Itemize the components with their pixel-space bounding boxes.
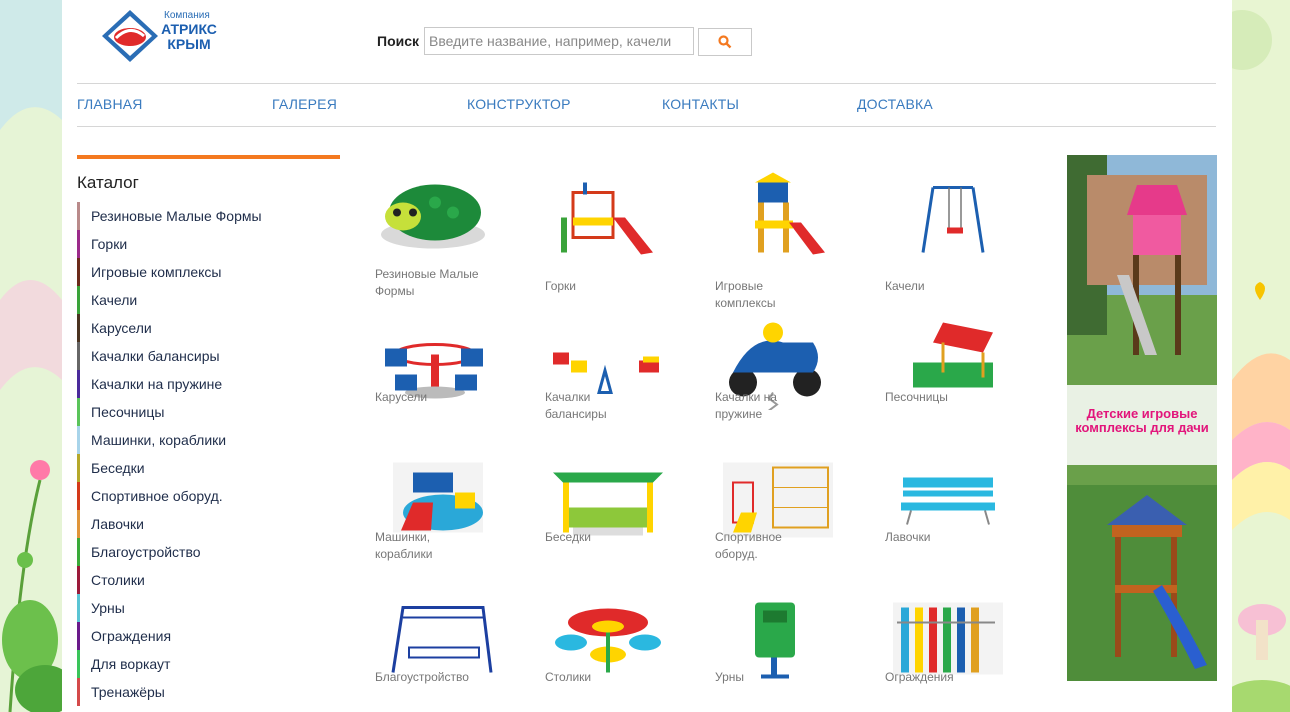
sidebar-category-item[interactable]: Резиновые Малые Формы (77, 202, 340, 230)
category-list: Резиновые Малые Формы Горки Игровые компле… (77, 202, 340, 706)
catalog-item[interactable]: Горки (543, 170, 693, 310)
page-container: Компания АТРИКС КРЫМ Поиск ГЛАВНАЯ ГАЛЕР… (62, 0, 1232, 712)
catalog-item[interactable]: Беседки (543, 450, 693, 590)
catalog-item-label[interactable]: Песочницы (885, 389, 1025, 406)
background-left-decoration (0, 0, 62, 712)
sidebar-accent-bar (77, 155, 340, 159)
catalog-item[interactable]: Урны (713, 590, 863, 712)
catalog-item[interactable]: Столики (543, 590, 693, 712)
background-right-decoration (1232, 0, 1290, 712)
catalog-item[interactable]: Лавочки (883, 450, 1033, 590)
sidebar-category-item[interactable]: Горки (77, 230, 340, 258)
promo-banner[interactable]: Детские игровые комплексы для дачи (1067, 155, 1217, 681)
play-complex-icon[interactable] (713, 170, 843, 270)
catalog-item[interactable]: Качалки балансиры (543, 310, 693, 450)
logo-subtitle: Компания (164, 10, 210, 21)
sidebar-category-item[interactable]: Качалки балансиры (77, 342, 340, 370)
sidebar-category-item[interactable]: Игровые комплексы (77, 258, 340, 286)
main-nav: ГЛАВНАЯ ГАЛЕРЕЯ КОНСТРУКТОР КОНТАКТЫ ДОС… (77, 96, 1216, 114)
search-button[interactable] (698, 28, 752, 56)
catalog-item[interactable]: Машинки, кораблики (373, 450, 523, 590)
catalog-item-label[interactable]: Урны (715, 669, 855, 686)
catalog-item[interactable]: Резиновые Малые Формы (373, 170, 523, 310)
logo-diamond-icon (102, 10, 158, 62)
sidebar-category-item[interactable]: Тренажёры (77, 678, 340, 706)
nav-item-gallery[interactable]: ГАЛЕРЕЯ (272, 96, 337, 112)
catalog-item-label[interactable]: Качалки балансиры (545, 389, 625, 423)
nav-bottom-divider (77, 126, 1216, 127)
catalog-item-label[interactable]: Машинки, кораблики (375, 529, 455, 563)
catalog-item[interactable]: Качели (883, 170, 1033, 310)
slide-icon[interactable] (543, 170, 673, 270)
catalog-item-label[interactable]: Горки (545, 278, 685, 295)
catalog-item[interactable]: Благоустройство (373, 590, 523, 712)
sidebar-category-item[interactable]: Беседки (77, 454, 340, 482)
sidebar-category-item[interactable]: Для воркаут (77, 650, 340, 678)
catalog-item[interactable]: Ограждения (883, 590, 1033, 712)
catalog-item-label[interactable]: Игровые комплексы (715, 278, 795, 312)
sidebar-category-item[interactable]: Благоустройство (77, 538, 340, 566)
sidebar-category-item[interactable]: Карусели (77, 314, 340, 342)
catalog-item-label[interactable]: Ограждения (885, 669, 1025, 686)
sidebar-category-item[interactable]: Спортивное оборуд. (77, 482, 340, 510)
swing-icon[interactable] (883, 170, 1013, 270)
search-input[interactable] (424, 27, 694, 55)
catalog-item[interactable]: Карусели (373, 310, 523, 450)
nav-item-constructor[interactable]: КОНСТРУКТОР (467, 96, 571, 112)
catalog-item[interactable]: Игровые комплексы (713, 170, 863, 310)
catalog-item-label[interactable]: Спортивное оборуд. (715, 529, 795, 563)
catalog-item-label[interactable]: Карусели (375, 389, 515, 406)
sidebar-category-item[interactable]: Качели (77, 286, 340, 314)
sidebar-category-item[interactable]: Песочницы (77, 398, 340, 426)
nav-item-contacts[interactable]: КОНТАКТЫ (662, 96, 739, 112)
banner-caption: Детские игровые комплексы для дачи (1075, 406, 1209, 435)
sidebar-category-item[interactable]: Качалки на пружине (77, 370, 340, 398)
sidebar-category-item[interactable]: Ограждения (77, 622, 340, 650)
sidebar-category-item[interactable]: Лавочки (77, 510, 340, 538)
catalog-item-label[interactable]: Благоустройство (375, 669, 515, 686)
catalog-item-label[interactable]: Лавочки (885, 529, 1025, 546)
catalog-item-label[interactable]: Беседки (545, 529, 685, 546)
catalog-item-label[interactable]: Качалки на пружине (715, 389, 795, 423)
catalog-item[interactable]: Спортивное оборуд. (713, 450, 863, 590)
catalog-item-label[interactable]: Столики (545, 669, 685, 686)
sidebar-category-item[interactable]: Машинки, кораблики (77, 426, 340, 454)
nav-item-delivery[interactable]: ДОСТАВКА (857, 96, 933, 112)
nav-top-divider (77, 83, 1216, 84)
search-label: Поиск (377, 33, 420, 49)
logo-name: АТРИКС КРЫМ (161, 21, 217, 52)
sidebar-category-item[interactable]: Столики (77, 566, 340, 594)
catalog-sidebar: Каталог Резиновые Малые Формы Горки Игровы… (77, 155, 340, 706)
catalog-item-label[interactable]: Резиновые Малые Формы (375, 266, 505, 300)
catalog-item-label[interactable]: Качели (885, 278, 1025, 295)
catalog-item[interactable]: Песочницы (883, 310, 1033, 450)
rubber-turtle-icon[interactable] (373, 170, 503, 270)
sidebar-title: Каталог (77, 173, 139, 192)
search-icon (718, 35, 732, 49)
sidebar-category-item[interactable]: Урны (77, 594, 340, 622)
nav-item-home[interactable]: ГЛАВНАЯ (77, 96, 143, 112)
catalog-item[interactable]: Качалки на пружине (713, 310, 863, 450)
